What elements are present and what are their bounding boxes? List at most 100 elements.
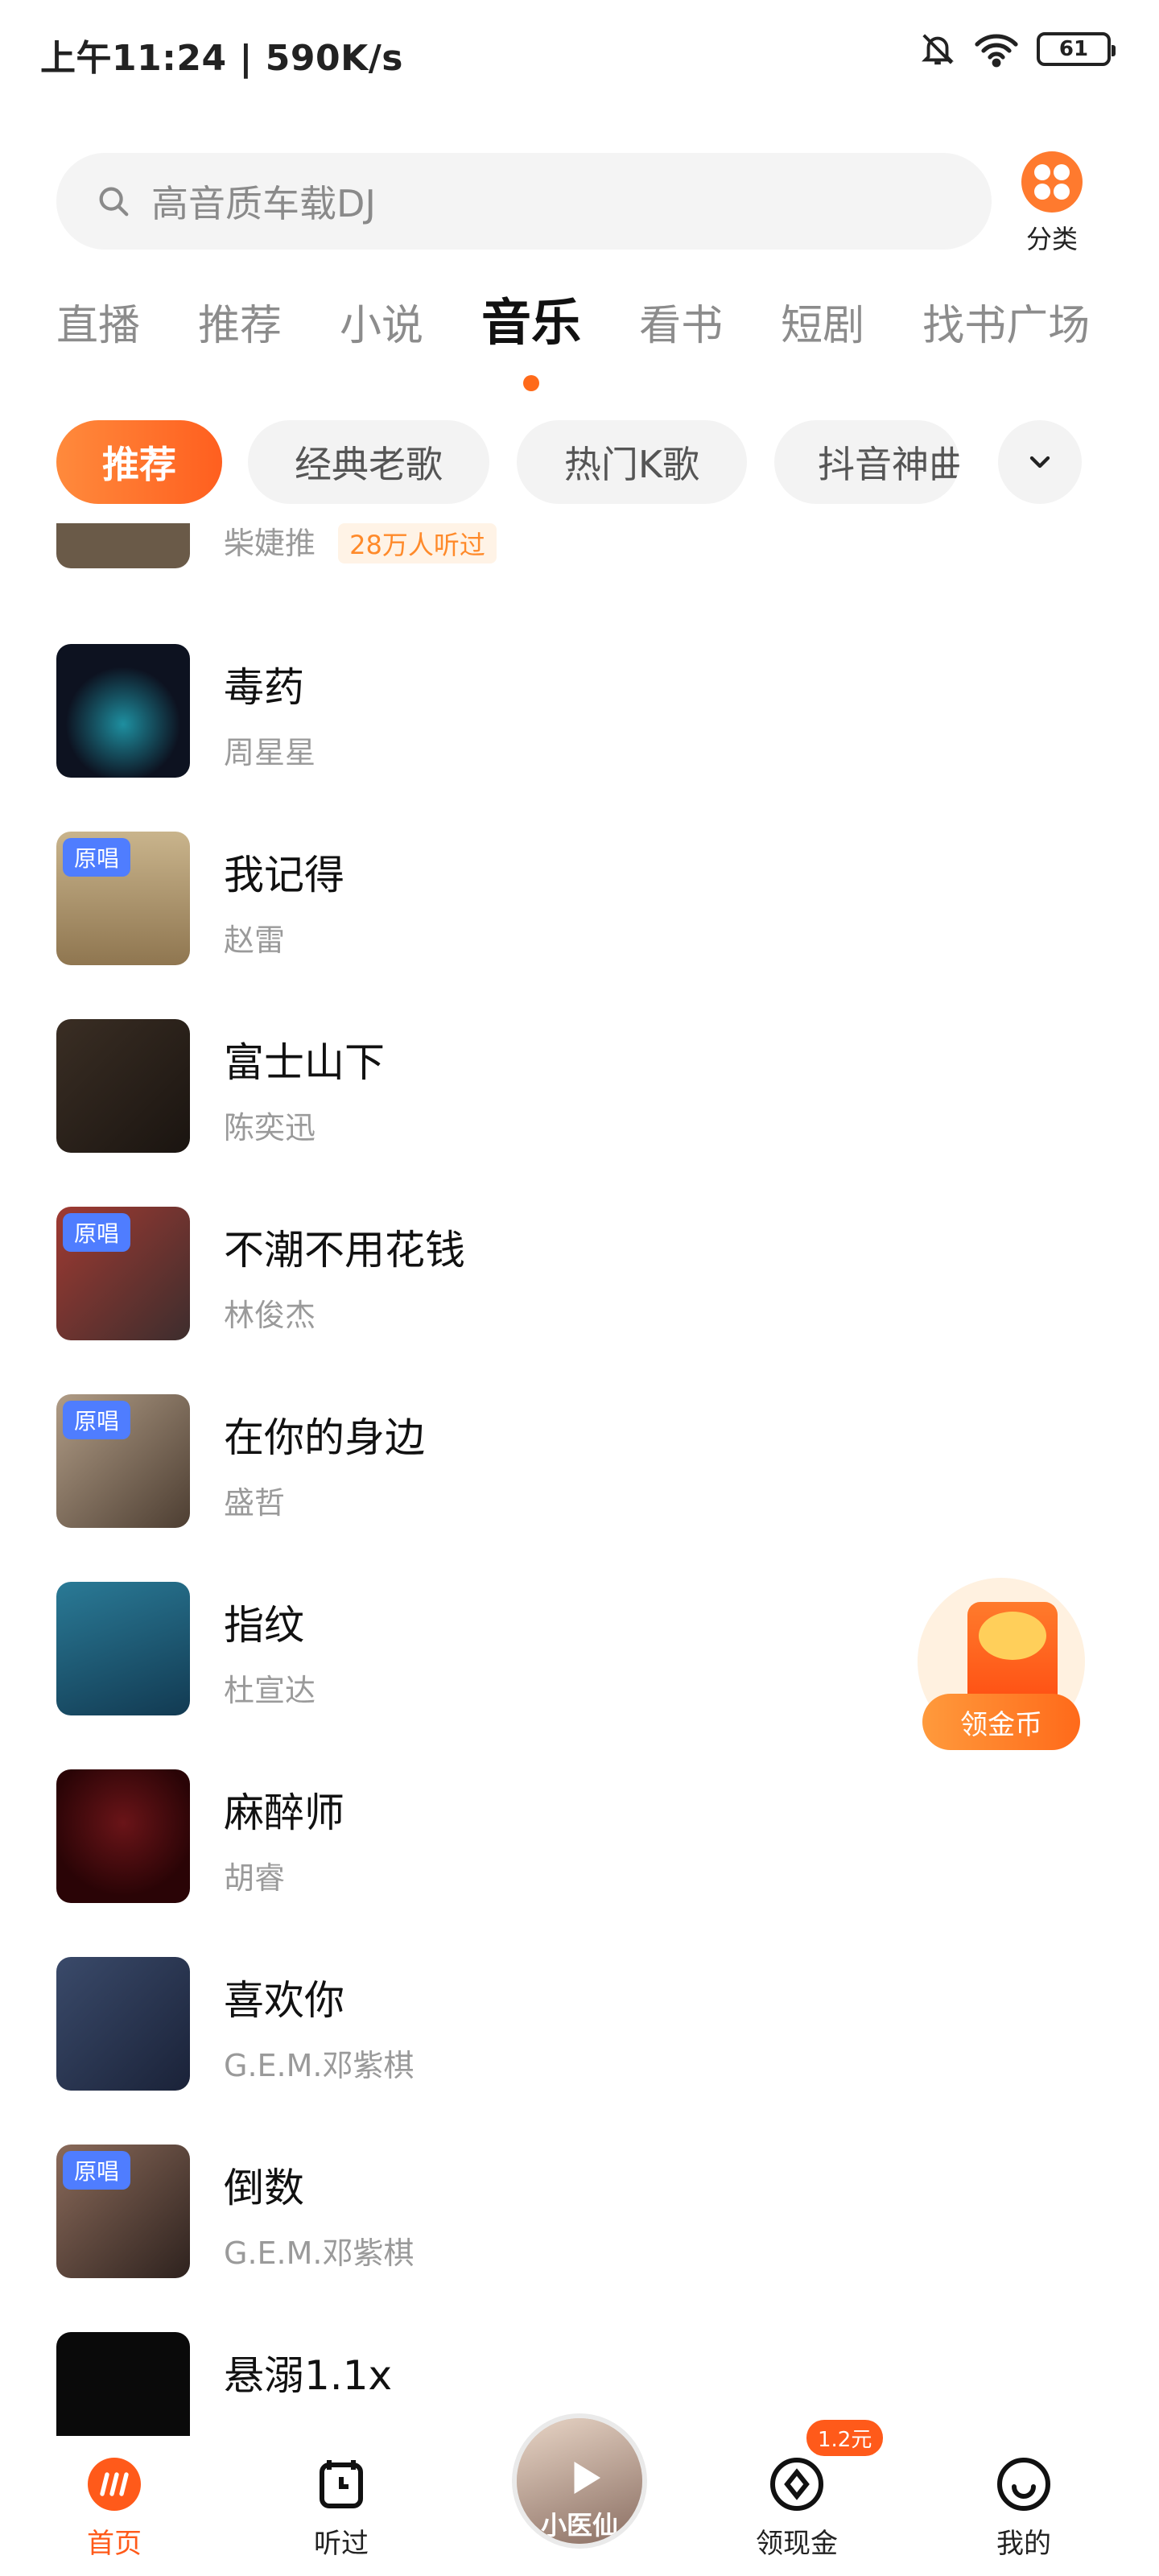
song-artist: 赵雷 — [224, 923, 286, 958]
active-tab-indicator — [523, 375, 540, 391]
chip-classic-oldies[interactable]: 经典老歌 — [248, 420, 489, 504]
list-item[interactable]: 原唱 在你的身边 盛哲 — [56, 1394, 942, 1531]
chevron-down-icon — [1029, 456, 1050, 469]
play-icon — [574, 2462, 600, 2494]
bottom-nav: 首页 听过 小医仙 领现金 1.2元 我的 — [0, 2413, 1159, 2576]
tab-book-square[interactable]: 找书广场 — [922, 291, 1090, 352]
search-placeholder: 高音质车载DJ — [151, 182, 376, 225]
coin-reward-float[interactable]: 领金币 — [918, 1578, 1087, 1755]
gold-coin-icon — [979, 1612, 1046, 1660]
list-item[interactable]: 原唱 倒数 G.E.M.邓紫棋 — [56, 2145, 942, 2281]
original-badge: 原唱 — [63, 1213, 131, 1252]
list-item[interactable]: 原唱 不潮不用花钱 林俊杰 — [56, 1207, 942, 1344]
nav-mine-label: 我的 — [996, 2528, 1051, 2560]
song-title: 不潮不用花钱 — [224, 1227, 465, 1274]
history-icon — [320, 2460, 363, 2508]
song-title: 麻醉师 — [224, 1790, 344, 1836]
album-cover — [56, 1957, 190, 2091]
search-bar[interactable]: 高音质车载DJ — [56, 153, 992, 250]
expand-chips-button[interactable] — [998, 420, 1082, 504]
status-time-speed: 上午11:24 | 590K/s — [40, 38, 403, 79]
original-badge: 原唱 — [63, 2151, 131, 2190]
song-title: 在你的身边 — [224, 1414, 425, 1461]
song-title: 悬溺1.1x — [224, 2352, 393, 2399]
album-cover — [56, 1582, 190, 1715]
song-artist: G.E.M.邓紫棋 — [224, 2235, 415, 2271]
nav-history[interactable]: 听过 — [277, 2455, 406, 2561]
list-item[interactable]: 喜欢你 G.E.M.邓紫棋 — [56, 1957, 942, 2094]
album-cover — [56, 2332, 190, 2436]
battery-indicator: 61 — [1037, 32, 1116, 66]
list-item[interactable]: 毒药 周星星 — [56, 644, 942, 781]
list-item[interactable]: 麻醉师 胡睿 — [56, 1769, 942, 1906]
listen-count-badge: 28万人听过 — [338, 523, 497, 564]
song-artist: 林俊杰 — [224, 1298, 316, 1333]
tab-read[interactable]: 看书 — [639, 291, 723, 352]
tab-short-drama[interactable]: 短剧 — [781, 291, 864, 352]
red-packet-icon — [967, 1602, 1058, 1707]
nav-cash[interactable]: 领现金 — [732, 2455, 861, 2561]
song-title: 富士山下 — [224, 1039, 385, 1086]
song-title: 我记得 — [224, 852, 344, 898]
song-title: 喜欢你 — [224, 1977, 344, 2024]
album-cover — [56, 1019, 190, 1153]
chip-hot-karaoke[interactable]: 热门K歌 — [517, 420, 747, 504]
profile-smile-icon — [997, 2458, 1050, 2511]
nav-cash-label: 领现金 — [756, 2528, 838, 2560]
song-list: 柴婕推 28万人听过 毒药 周星星 原唱 我记得 赵雷 富士山下 陈奕迅 原唱 … — [0, 523, 1159, 2436]
mute-bell-icon — [922, 34, 954, 65]
cash-amount-badge: 1.2元 — [806, 2420, 884, 2456]
category-button[interactable]: 分类 — [1016, 151, 1088, 256]
nav-home-label: 首页 — [87, 2528, 142, 2560]
song-title: 指纹 — [224, 1602, 304, 1649]
top-tabs: 直播 推荐 小说 音乐 看书 短剧 找书广场 — [56, 282, 1090, 391]
album-cover — [56, 1769, 190, 1903]
song-title: 倒数 — [224, 2165, 304, 2211]
nav-mine[interactable]: 我的 — [959, 2455, 1088, 2561]
song-artist: G.E.M.邓紫棋 — [224, 2048, 415, 2083]
album-cover: 原唱 — [56, 1394, 190, 1528]
nav-home[interactable]: 首页 — [50, 2455, 179, 2561]
player-track-label: 小医仙 — [540, 2510, 618, 2541]
album-cover: 原唱 — [56, 2145, 190, 2278]
song-artist-text: 柴婕推 — [224, 526, 316, 561]
album-cover: 原唱 — [56, 1207, 190, 1340]
album-cover — [56, 644, 190, 778]
wifi-icon — [975, 34, 1018, 68]
song-artist: 周星星 — [224, 735, 316, 770]
genre-chips: 推荐 经典老歌 热门K歌 抖音神曲 — [56, 420, 1103, 504]
tab-music[interactable]: 音乐 — [481, 282, 582, 391]
now-playing-button[interactable]: 小医仙 — [512, 2413, 647, 2549]
song-artist: 胡睿 — [224, 1860, 286, 1896]
category-label: 分类 — [1025, 224, 1078, 254]
status-bar: 上午11:24 | 590K/s 61 — [0, 0, 1159, 105]
album-cover — [56, 523, 190, 568]
tab-live[interactable]: 直播 — [56, 291, 140, 352]
song-artist: 柴婕推 28万人听过 — [224, 523, 497, 564]
original-badge: 原唱 — [63, 1401, 131, 1439]
category-grid-icon — [1021, 151, 1083, 213]
list-item[interactable]: 原唱 我记得 赵雷 — [56, 832, 942, 968]
song-title: 毒药 — [224, 664, 304, 711]
list-item[interactable]: 富士山下 陈奕迅 — [56, 1019, 942, 1156]
chip-recommend[interactable]: 推荐 — [56, 420, 222, 504]
tab-recommend[interactable]: 推荐 — [198, 291, 282, 352]
cash-icon — [770, 2458, 823, 2511]
search-icon — [99, 187, 129, 217]
song-artist: 盛哲 — [224, 1485, 286, 1521]
tab-music-label: 音乐 — [481, 293, 582, 352]
list-item-partial[interactable]: 柴婕推 28万人听过 — [56, 523, 942, 572]
song-artist: 杜宣达 — [224, 1673, 316, 1708]
music-home-screen: 上午11:24 | 590K/s 61 高音质车载DJ 分类 直播 推荐 小说 — [0, 0, 1159, 2576]
coin-label: 领金币 — [922, 1694, 1080, 1750]
status-icons: 61 — [919, 31, 1116, 68]
album-cover: 原唱 — [56, 832, 190, 965]
chip-douyin-hits[interactable]: 抖音神曲 — [774, 420, 959, 504]
nav-history-label: 听过 — [314, 2528, 369, 2560]
song-artist: 陈奕迅 — [224, 1110, 316, 1146]
list-item[interactable]: 悬溺1.1x — [56, 2332, 942, 2436]
tab-novel[interactable]: 小说 — [340, 291, 423, 352]
list-item[interactable]: 指纹 杜宣达 — [56, 1582, 942, 1719]
home-icon — [88, 2458, 141, 2511]
original-badge: 原唱 — [63, 838, 131, 877]
